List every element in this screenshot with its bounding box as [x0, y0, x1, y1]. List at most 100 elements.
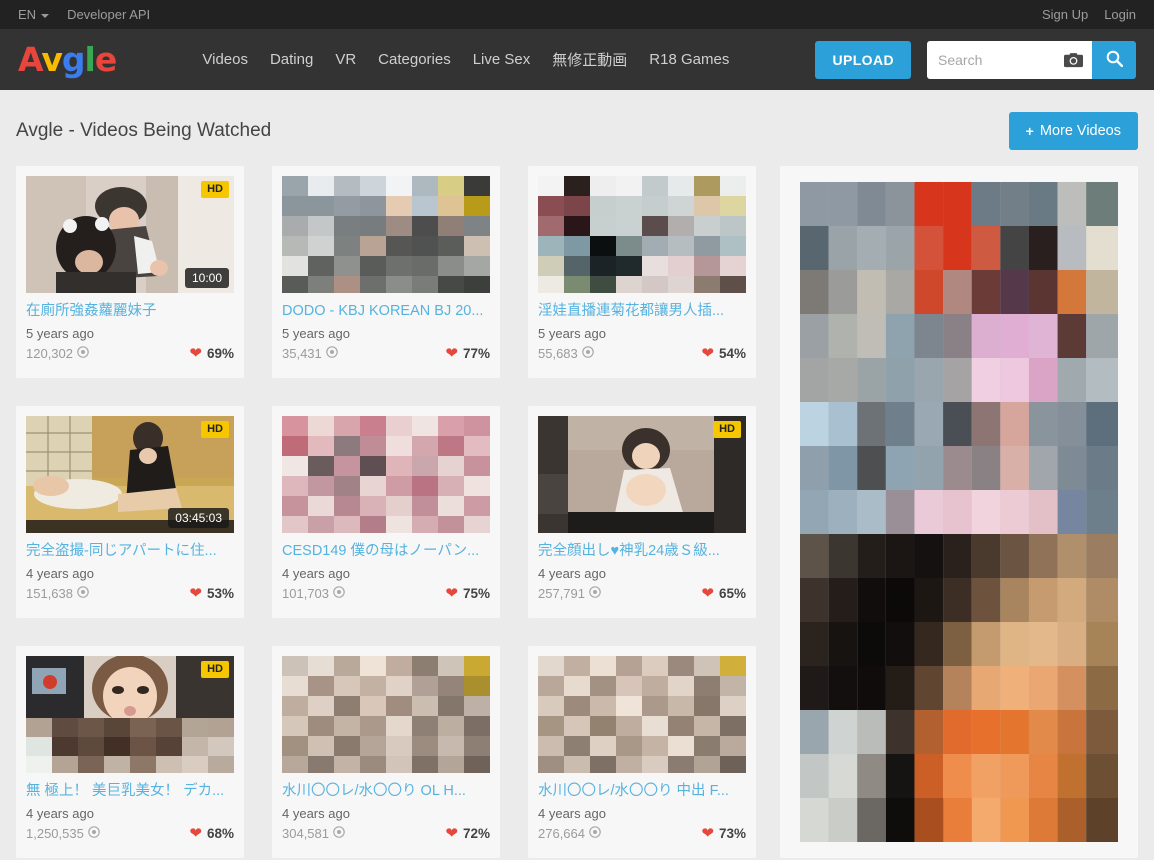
video-thumbnail[interactable] — [538, 656, 746, 773]
account-links: Sign Up Login — [1026, 7, 1136, 22]
login-link[interactable]: Login — [1104, 7, 1136, 22]
video-age: 5 years ago — [282, 325, 350, 341]
main-header: Avgle Videos Dating VR Categories Live S… — [0, 29, 1154, 90]
upload-button[interactable]: UPLOAD — [815, 40, 911, 79]
view-count: 151,638 — [26, 586, 89, 601]
view-count-value: 101,703 — [282, 585, 329, 601]
rating-value: 65% — [718, 585, 746, 601]
video-thumbnail[interactable] — [282, 656, 490, 773]
heart-icon: ❤ — [445, 824, 458, 842]
video-stats: 1,250,535 ❤ 68% — [26, 826, 234, 841]
site-logo[interactable]: Avgle — [18, 40, 117, 79]
rating: ❤ 77% — [445, 346, 490, 361]
nav-item-vr[interactable]: VR — [324, 43, 367, 76]
chevron-down-icon — [41, 13, 50, 18]
camera-icon[interactable] — [1064, 52, 1083, 67]
logo-letter-a: A — [18, 40, 42, 79]
view-count: 1,250,535 — [26, 826, 100, 841]
heart-icon: ❤ — [189, 344, 202, 362]
video-title-link[interactable]: 水川〇〇レ/水〇〇り 中出 F... — [538, 782, 746, 801]
view-count: 35,431 — [282, 346, 338, 361]
sign-up-link[interactable]: Sign Up — [1042, 7, 1088, 22]
search-button[interactable] — [1092, 40, 1136, 79]
video-thumbnail[interactable] — [538, 176, 746, 293]
promotional-banner-panel[interactable] — [780, 166, 1138, 858]
video-card[interactable]: DODO - KBJ KOREAN BJ 20... 5 years ago 3… — [272, 166, 500, 378]
rating-value: 75% — [462, 585, 490, 601]
developer-api-link[interactable]: Developer API — [67, 7, 150, 22]
nav-item-categories[interactable]: Categories — [367, 43, 462, 76]
video-card[interactable]: HD 03:45:03 完全盗撮-同じアパートに住... 4 years ago… — [16, 406, 244, 618]
video-title-link[interactable]: 完全顔出し♥神乳24歳Ｓ級... — [538, 542, 746, 561]
video-stats: 120,302 ❤ 69% — [26, 346, 234, 361]
video-title-link[interactable]: 淫娃直播連菊花都讓男人插... — [538, 302, 746, 321]
hd-badge: HD — [713, 421, 741, 439]
rating: ❤ 75% — [445, 586, 490, 601]
video-card[interactable]: 淫娃直播連菊花都讓男人插... 5 years ago 55,683 ❤ 54% — [528, 166, 756, 378]
rating: ❤ 72% — [445, 826, 490, 841]
video-thumbnail[interactable]: HD 10:00 — [26, 176, 234, 293]
video-title-link[interactable]: CESD149 僕の母はノーパン... — [282, 542, 490, 561]
heart-icon: ❤ — [701, 824, 714, 842]
rating-value: 54% — [718, 345, 746, 361]
video-thumbnail[interactable]: HD — [26, 656, 234, 773]
video-title-link[interactable]: 在廁所強姦蘿麗妹子 — [26, 302, 234, 321]
video-stats: 304,581 ❤ 72% — [282, 826, 490, 841]
nav-item-videos[interactable]: Videos — [191, 43, 259, 76]
language-label: EN — [18, 7, 37, 22]
rating: ❤ 65% — [701, 586, 746, 601]
language-selector[interactable]: EN — [18, 7, 50, 22]
video-thumbnail[interactable] — [282, 176, 490, 293]
video-stats: 257,791 ❤ 65% — [538, 586, 746, 601]
view-count-value: 276,664 — [538, 825, 585, 841]
rating: ❤ 68% — [189, 826, 234, 841]
rating-value: 68% — [206, 825, 234, 841]
video-age: 4 years ago — [538, 805, 606, 821]
header-actions: UPLOAD — [815, 40, 1136, 79]
video-stats: 55,683 ❤ 54% — [538, 346, 746, 361]
video-card[interactable]: 水川〇〇レ/水〇〇り OL H... 4 years ago 304,581 ❤… — [272, 646, 500, 858]
rating: ❤ 69% — [189, 346, 234, 361]
plus-icon: + — [1025, 123, 1034, 139]
hd-badge: HD — [201, 421, 229, 439]
video-title-link[interactable]: DODO - KBJ KOREAN BJ 20... — [282, 302, 490, 321]
eye-icon — [589, 586, 601, 601]
video-age: 4 years ago — [26, 805, 94, 821]
video-stats: 101,703 ❤ 75% — [282, 586, 490, 601]
nav-item-live-sex[interactable]: Live Sex — [462, 43, 542, 76]
nav-item-dating[interactable]: Dating — [259, 43, 324, 76]
view-count-value: 151,638 — [26, 585, 73, 601]
view-count: 257,791 — [538, 586, 601, 601]
video-thumbnail[interactable]: HD 03:45:03 — [26, 416, 234, 533]
heart-icon: ❤ — [701, 344, 714, 362]
more-videos-button[interactable]: + More Videos — [1008, 112, 1138, 150]
page-title-row: Avgle - Videos Being Watched + More Vide… — [0, 90, 1154, 166]
rating-value: 72% — [462, 825, 490, 841]
logo-letter-g: g — [61, 40, 86, 79]
video-title-link[interactable]: 完全盗撮-同じアパートに住... — [26, 542, 234, 561]
video-stats: 276,664 ❤ 73% — [538, 826, 746, 841]
eye-icon — [325, 346, 338, 361]
video-card[interactable]: HD 10:00 在廁所強姦蘿麗妹子 5 years ago 120,302 ❤… — [16, 166, 244, 378]
video-card[interactable]: HD 無 極上！ 美巨乳美女！ デカ... 4 years ago 1,250,… — [16, 646, 244, 858]
eye-icon — [333, 826, 345, 841]
video-card[interactable]: 水川〇〇レ/水〇〇り 中出 F... 4 years ago 276,664 ❤… — [528, 646, 756, 858]
video-grid: HD 10:00 在廁所強姦蘿麗妹子 5 years ago 120,302 ❤… — [16, 166, 756, 858]
view-count: 101,703 — [282, 586, 345, 601]
heart-icon: ❤ — [445, 344, 458, 362]
promotional-banner-image[interactable] — [800, 182, 1118, 842]
eye-icon — [589, 826, 601, 841]
video-card[interactable]: HD 完全顔出し♥神乳24歳Ｓ級... 4 years ago 257,791 … — [528, 406, 756, 618]
heart-icon: ❤ — [445, 584, 458, 602]
video-thumbnail[interactable]: HD — [538, 416, 746, 533]
video-title-link[interactable]: 無 極上！ 美巨乳美女！ デカ... — [26, 782, 234, 801]
eye-icon — [77, 346, 89, 361]
eye-icon — [88, 826, 100, 841]
video-thumbnail[interactable] — [282, 416, 490, 533]
rating: ❤ 54% — [701, 346, 746, 361]
video-card[interactable]: CESD149 僕の母はノーパン... 4 years ago 101,703 … — [272, 406, 500, 618]
nav-item-uncensored[interactable]: 無修正動画 — [541, 41, 638, 78]
video-title-link[interactable]: 水川〇〇レ/水〇〇り OL H... — [282, 782, 490, 801]
nav-item-r18-games[interactable]: R18 Games — [638, 43, 740, 76]
video-age: 4 years ago — [26, 565, 94, 581]
